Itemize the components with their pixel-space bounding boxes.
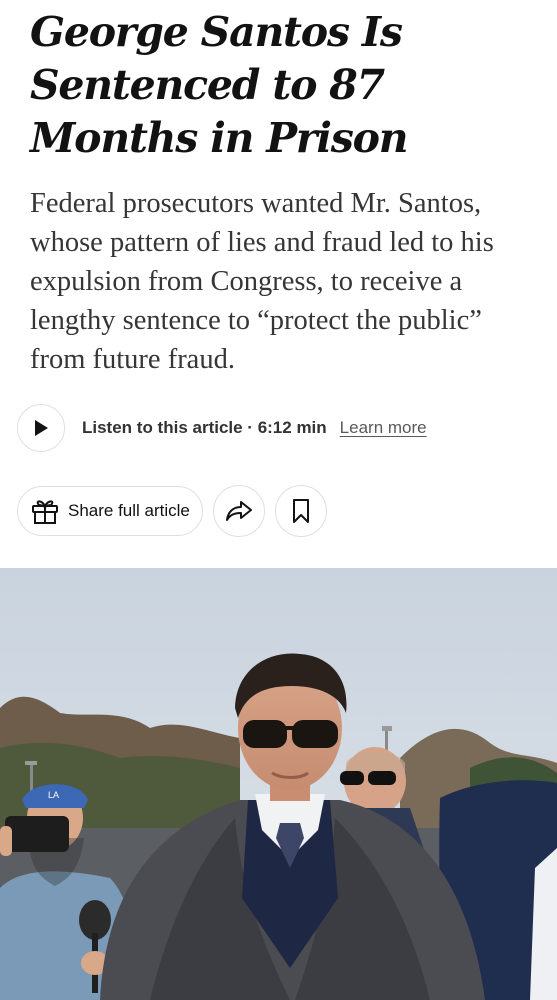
play-button[interactable] [17, 404, 65, 452]
play-icon [35, 420, 48, 436]
audio-player-row: Listen to this article · 6:12 min Learn … [17, 403, 547, 453]
share-button[interactable] [212, 485, 265, 537]
learn-more-link[interactable]: Learn more [340, 418, 427, 438]
listen-label: Listen to this article · 6:12 min [82, 418, 327, 437]
share-full-article-button[interactable]: Share full article [17, 486, 203, 536]
gift-icon [32, 500, 58, 524]
share-toolbar: Share full article [17, 485, 327, 537]
article-summary: Federal prosecutors wanted Mr. Santos, w… [30, 188, 494, 375]
cap-lettering: LA [48, 790, 59, 800]
save-button[interactable] [274, 485, 327, 537]
share-arrow-icon [225, 501, 252, 521]
article-photo: LA [0, 568, 557, 1000]
bookmark-icon [292, 499, 309, 523]
headline: George Santos Is Sentenced to 87 Months … [30, 8, 409, 162]
share-label: Share full article [68, 501, 190, 520]
